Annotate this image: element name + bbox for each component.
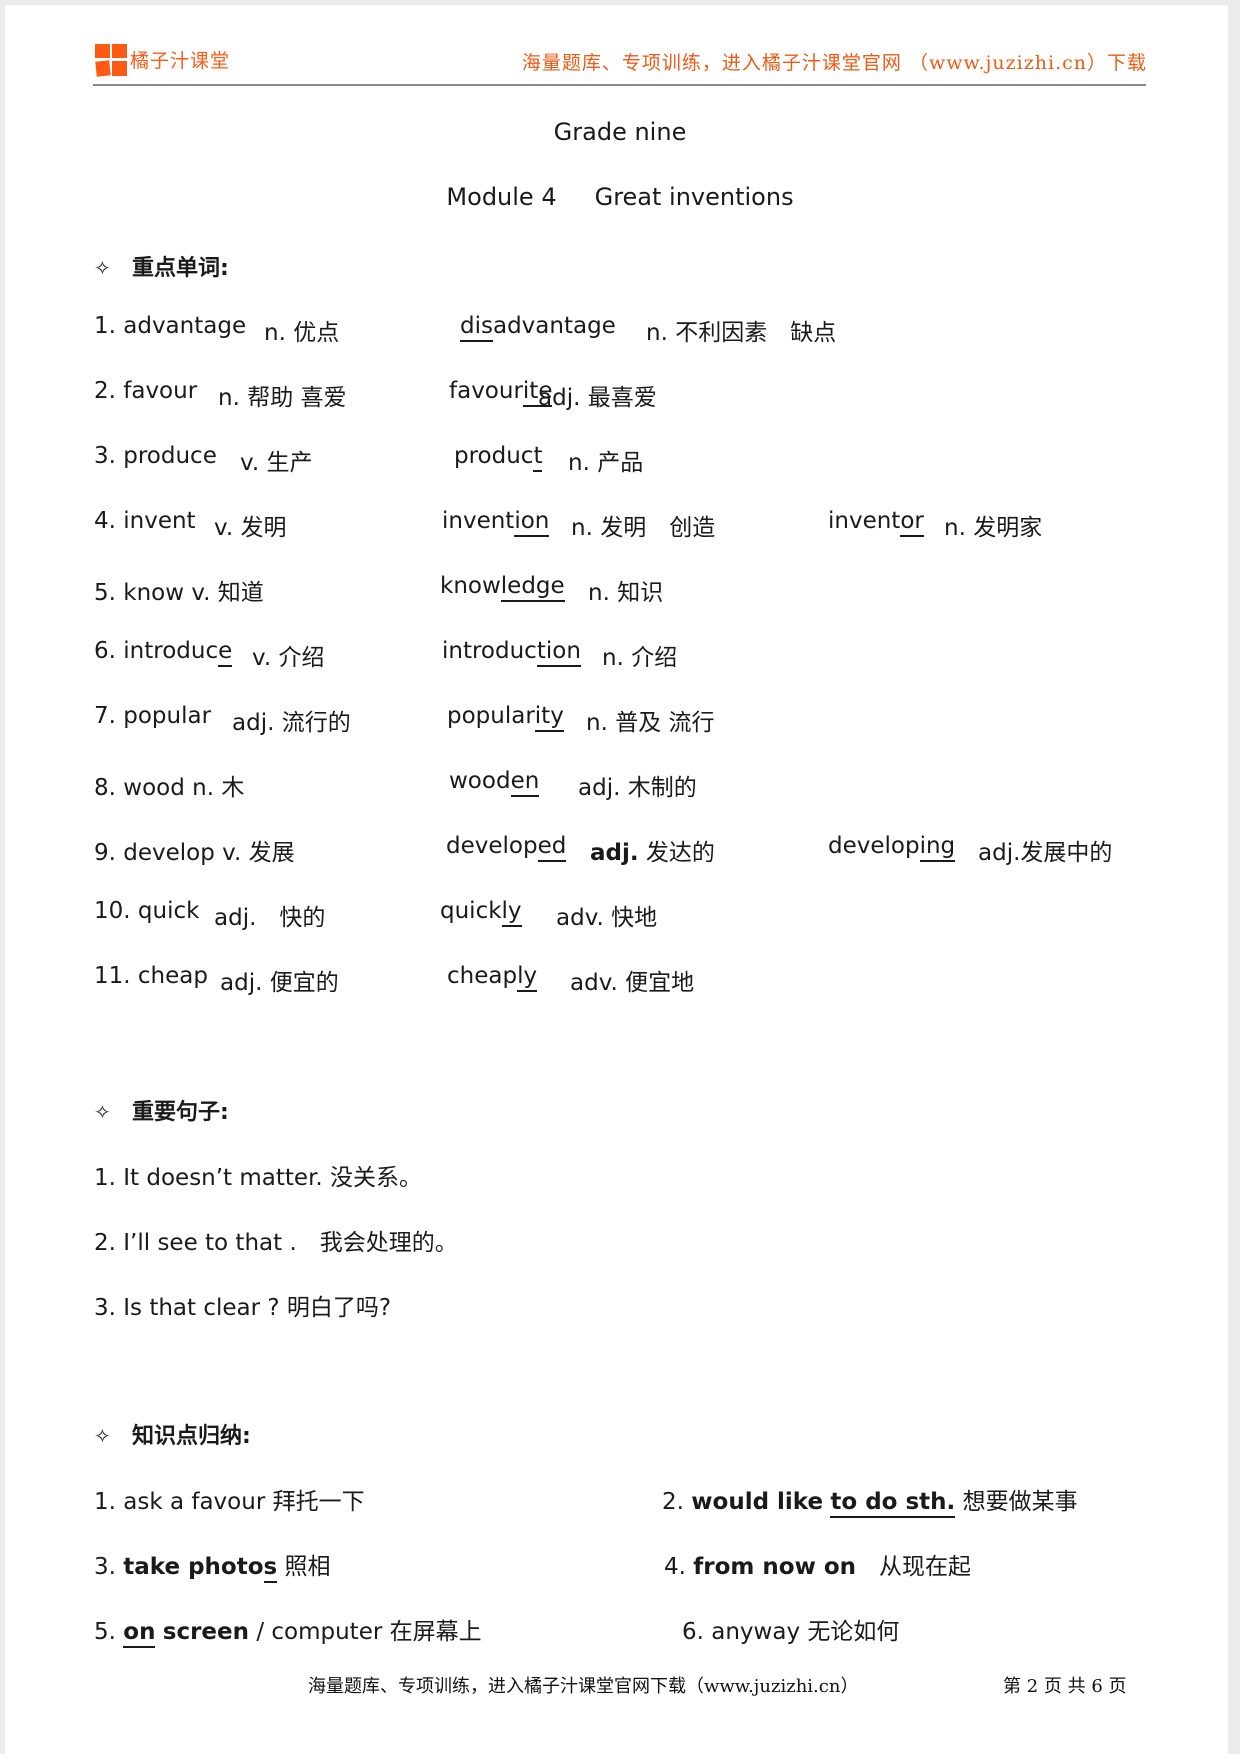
vocab-derived-word: disadvantage — [460, 313, 616, 342]
vocab-derived-word: invention — [442, 508, 550, 537]
vocab-base-meaning: n. 优点 — [264, 320, 340, 346]
sentence-item: 1. It doesn’t matter. 没关系。 — [94, 1165, 423, 1191]
vocab-base-word: 5. know v. 知道 — [94, 580, 264, 606]
vocab-base-word: 4. invent — [94, 508, 196, 534]
vocab-base-word: 8. wood n. 木 — [94, 775, 245, 801]
diamond-star-icon: ✧ — [94, 256, 111, 280]
vocab-derived-word: developed — [446, 833, 567, 862]
header-slogan: 海量题库、专项训练，进入橘子汁课堂官网 （www.juzizhi.cn）下载 — [521, 52, 1147, 74]
vocab-derived-word: introduction — [442, 638, 581, 667]
vocab-base-meaning: v. 介绍 — [252, 645, 325, 671]
footer-slogan: 海量题库、专项训练，进入橘子汁课堂官网下载（www.juzizhi.cn） — [308, 1676, 859, 1697]
vocab-derived-meaning-2: adj.发展中的 — [978, 840, 1113, 866]
vocab-base-word: 6. introduce — [94, 638, 233, 667]
phrase-item: 3. take photos 照相 — [94, 1547, 331, 1583]
vocab-derived-meaning: n. 介绍 — [602, 645, 678, 671]
sentence-item: 3. Is that clear ? 明白了吗? — [94, 1295, 392, 1321]
vocab-derived-word: product — [454, 443, 543, 472]
vocab-base-meaning: v. 生产 — [240, 450, 313, 476]
section-heading-vocab: ✧ 重点单词: — [94, 256, 229, 281]
vocab-derived-word: favourite — [449, 378, 553, 407]
vocab-base-meaning: adj. 便宜的 — [220, 970, 339, 996]
page-number: 第 2 页 共 6 页 — [1003, 1676, 1127, 1697]
vocab-derived-word: cheaply — [447, 963, 538, 992]
phrase-item: 1. ask a favour 拜托一下 — [94, 1489, 365, 1515]
vocab-derived-meaning: n. 产品 — [568, 450, 644, 476]
vocab-base-meaning: n. 帮助 喜爱 — [218, 385, 347, 411]
vocab-base-word: 9. develop v. 发展 — [94, 840, 295, 866]
vocab-base-word: 1. advantage — [94, 313, 247, 339]
vocab-base-word: 3. produce — [94, 443, 217, 469]
sentence-item: 2. I’ll see to that . 我会处理的。 — [94, 1230, 458, 1256]
vocab-derived-meaning: adj. 木制的 — [578, 775, 697, 801]
brand-logo-icon — [95, 44, 127, 77]
phrase-item: 5. on screen / computer 在屏幕上 — [94, 1612, 482, 1648]
header-divider — [93, 84, 1146, 86]
module-number: Module 4 — [446, 183, 557, 211]
section-heading-phrases: ✧ 知识点归纳: — [94, 1424, 251, 1449]
vocab-derived-meaning: n. 发明 创造 — [571, 515, 716, 541]
vocab-derived-word-2: inventor — [828, 508, 924, 537]
phrase-item: 6. anyway 无论如何 — [682, 1619, 900, 1645]
module-title: Module 4 Great inventions — [0, 183, 1240, 211]
phrase-item: 4. from now on 从现在起 — [664, 1554, 971, 1580]
phrase-item: 2. would like to do sth. 想要做某事 — [662, 1482, 1078, 1518]
vocab-derived-meaning: n. 不利因素 缺点 — [646, 320, 837, 346]
vocab-base-word: 7. popular — [94, 703, 212, 729]
vocab-base-meaning: v. 发明 — [214, 515, 287, 541]
vocab-derived-word: wooden — [449, 768, 540, 797]
vocab-derived-meaning: n. 知识 — [588, 580, 664, 606]
vocab-base-word: 10. quick — [94, 898, 200, 924]
vocab-derived-meaning: adj. 发达的 — [590, 840, 715, 866]
diamond-star-icon: ✧ — [94, 1100, 111, 1124]
module-name: Great inventions — [594, 183, 794, 211]
vocab-derived-meaning: adv. 快地 — [556, 905, 658, 931]
vocab-derived-meaning-2: n. 发明家 — [944, 515, 1043, 541]
vocab-derived-word: quickly — [440, 898, 522, 927]
vocab-derived-meaning: adv. 便宜地 — [570, 970, 695, 996]
vocab-derived-meaning: n. 普及 流行 — [586, 710, 715, 736]
vocab-base-word: 11. cheap — [94, 963, 208, 989]
brand-name: 橘子汁课堂 — [130, 50, 231, 72]
diamond-star-icon: ✧ — [94, 1424, 111, 1448]
vocab-derived-word: popularity — [447, 703, 564, 732]
vocab-base-meaning: adj. 快的 — [214, 905, 326, 931]
grade-title: Grade nine — [553, 118, 687, 146]
section-heading-sentences: ✧ 重要句子: — [94, 1100, 229, 1125]
vocab-derived-meaning: adj. 最喜爱 — [538, 385, 657, 411]
vocab-derived-word: knowledge — [440, 573, 565, 602]
vocab-base-word: 2. favour — [94, 378, 198, 404]
vocab-derived-word-2: developing — [828, 833, 956, 862]
vocab-base-meaning: adj. 流行的 — [232, 710, 351, 736]
